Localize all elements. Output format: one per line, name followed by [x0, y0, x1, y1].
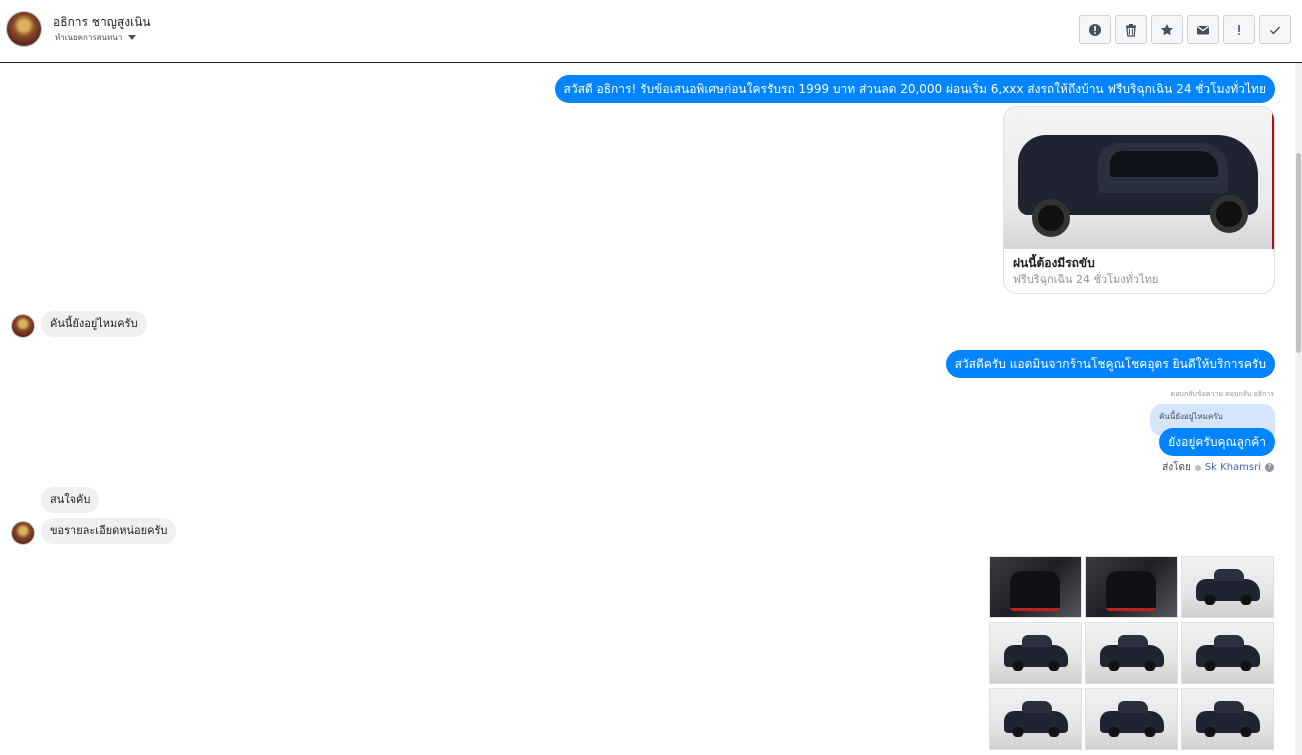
message-outgoing[interactable]: สวัสดี อธิการ! รับข้อเสนอพิเศษก่อนใครรับ…	[554, 75, 1275, 103]
done-button[interactable]	[1259, 15, 1291, 44]
message-incoming[interactable]: ขอรายละเอียดหน่อยครับ	[41, 518, 177, 544]
conversation-status-dropdown[interactable]: ทำเนยคการสนทนา	[55, 31, 137, 44]
message-outgoing[interactable]: สวัสดีครับ แอดมินจากร้านโชคูณโชคอุดร ยิน…	[945, 350, 1275, 378]
mail-icon	[1197, 25, 1209, 34]
sent-by-label: ส่งโดย	[1162, 462, 1191, 473]
report-button[interactable]	[1079, 15, 1111, 44]
star-icon	[1161, 23, 1173, 35]
avatar[interactable]	[11, 314, 35, 338]
photo-thumbnail[interactable]	[1181, 556, 1274, 618]
promo-card[interactable]: ฝนนี้ต้องมีรถขับ ฟรีบริฉุกเฉิน 24 ชั่วโม…	[1003, 106, 1275, 294]
photo-thumbnail[interactable]	[1181, 622, 1274, 684]
photo-thumbnail[interactable]	[1085, 688, 1178, 750]
scrollbar[interactable]	[1295, 63, 1302, 755]
toolbar	[1079, 15, 1291, 44]
check-icon	[1270, 26, 1281, 35]
help-icon[interactable]: ?	[1265, 463, 1274, 472]
conversation-header: อธิการ ชาญสูงเนิน ทำเนยคการสนทนา	[0, 0, 1302, 63]
scrollbar-thumb[interactable]	[1296, 153, 1301, 353]
conversation-status-label: ทำเนยคการสนทนา	[55, 33, 123, 42]
trash-icon	[1126, 23, 1136, 37]
message-incoming[interactable]: คันนี้ยังอยู่ไหมครับ	[41, 311, 147, 337]
photo-thumbnail[interactable]	[989, 688, 1082, 750]
report-icon	[1089, 23, 1101, 36]
photo-thumbnail[interactable]	[1085, 556, 1178, 618]
agent-dot-icon	[1194, 464, 1201, 471]
photo-thumbnail[interactable]	[989, 622, 1082, 684]
reply-quote-text: คันนี้ยังอยู่ไหมครับ	[1159, 412, 1223, 421]
message-incoming[interactable]: สนใจคับ	[41, 487, 100, 513]
reply-meta: ตอบกลับข้อความ ตอบกลับ อธิการ	[1170, 390, 1274, 398]
avatar[interactable]	[11, 521, 35, 545]
mark-unread-button[interactable]	[1187, 15, 1219, 44]
wheel	[1210, 195, 1248, 233]
star-button[interactable]	[1151, 15, 1183, 44]
contact-name[interactable]: อธิการ ชาญสูงเนิน	[53, 13, 151, 32]
photo-grid	[989, 556, 1275, 750]
message-outgoing[interactable]: ยังอยู่ครับคุณลูกค้า	[1159, 428, 1275, 456]
truck-image[interactable]	[1004, 107, 1274, 249]
exclamation-icon	[1238, 24, 1240, 35]
delete-button[interactable]	[1115, 15, 1147, 44]
caret-down-icon	[128, 35, 137, 40]
avatar[interactable]	[6, 11, 42, 47]
photo-thumbnail[interactable]	[1181, 688, 1274, 750]
sent-by: ส่งโดย Sk Khamsri ?	[1162, 460, 1274, 475]
spam-button[interactable]	[1223, 15, 1255, 44]
photo-thumbnail[interactable]	[1085, 622, 1178, 684]
card-subtitle: ฟรีบริฉุกเฉิน 24 ชั่วโมงทั่วไทย	[1013, 273, 1159, 286]
wheel	[1032, 199, 1070, 237]
sent-by-agent[interactable]: Sk Khamsri	[1205, 462, 1261, 473]
photo-thumbnail[interactable]	[989, 556, 1082, 618]
